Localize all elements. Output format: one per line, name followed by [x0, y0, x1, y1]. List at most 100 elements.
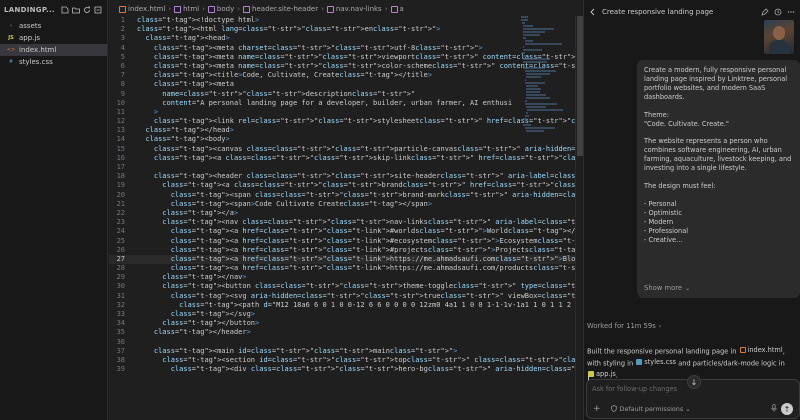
line-number: 9	[120, 89, 125, 98]
code-text: class="t-tag"></nav>	[162, 273, 247, 282]
file-chip-index-html[interactable]: index.html	[739, 345, 783, 356]
code-line[interactable]: 32 class="t-tag"><path d="M12 18a6 6 0 1…	[109, 301, 583, 310]
history-icon[interactable]	[773, 7, 783, 17]
minimap-line	[524, 40, 533, 42]
minimap-line	[524, 43, 562, 45]
code-line[interactable]: 17	[109, 163, 583, 172]
code-line[interactable]: 14 class="t-tag"><body>	[109, 135, 583, 144]
minimap-line	[525, 73, 550, 75]
code-line[interactable]: 9 name=class="t-str">"class="t-str">desc…	[109, 90, 583, 99]
code-line[interactable]: 26 class="t-tag"><a href=class="t-str">"…	[109, 246, 583, 255]
breadcrumb-item[interactable]: header.site-header	[243, 5, 318, 13]
code-area[interactable]: 1 class="t-tag"><!doctype html> 2 class="t-…	[109, 16, 583, 420]
breadcrumb-item[interactable]: body	[207, 5, 234, 13]
permissions-dropdown[interactable]: Default permissions ⌄	[610, 404, 691, 414]
code-line[interactable]: 12 class="t-tag"><link rel=class="t-str"…	[109, 117, 583, 126]
refresh-icon[interactable]	[82, 5, 92, 15]
code-line[interactable]: 15 class="t-tag"><canvas class=class="t-…	[109, 145, 583, 154]
code-line[interactable]: 28 class="t-tag"><a href=class="t-str">"…	[109, 264, 583, 273]
code-line[interactable]: 22 class="t-tag"></a>	[109, 209, 583, 218]
code-line[interactable]: 24 class="t-tag"><a href=class="t-str">"…	[109, 227, 583, 236]
code-line[interactable]: 21 class="t-tag"><span>Code Cultivate Cr…	[109, 200, 583, 209]
code-line[interactable]: 11 >	[109, 108, 583, 117]
line-number: 23	[116, 218, 125, 227]
minimap-line	[521, 19, 529, 21]
explorer-title: LANDINGP...	[4, 6, 55, 14]
scroll-down-button[interactable]: ↓	[687, 375, 701, 389]
user-avatar	[764, 20, 794, 54]
breadcrumb-item[interactable]: nav.nav-links	[326, 5, 382, 13]
back-arrow-icon[interactable]	[588, 7, 598, 17]
file-chip-app-js[interactable]: app.js	[587, 369, 616, 380]
code-line[interactable]: 35 class="t-tag"></header>	[109, 328, 583, 337]
code-line[interactable]: 6 class="t-tag"><meta name=class="t-str"…	[109, 62, 583, 71]
code-line[interactable]: 29 class="t-tag"></nav>	[109, 273, 583, 282]
code-line[interactable]: 23 class="t-tag"><nav class=class="t-str…	[109, 218, 583, 227]
tree-item[interactable]: # styles.css	[0, 56, 107, 68]
code-line[interactable]: 27 class="t-tag"><a href=class="t-str">"…	[109, 254, 583, 265]
minimap-line	[523, 25, 534, 27]
code-line[interactable]: 5 class="t-tag"><meta name=class="t-str"…	[109, 53, 583, 62]
code-line[interactable]: 36	[109, 338, 583, 347]
code-line[interactable]: 31 class="t-tag"><svg aria-hidden=class=…	[109, 292, 583, 301]
code-line[interactable]: 2 class="t-tag"><html lang=class="t-str">…	[109, 25, 583, 34]
permissions-label: Default permissions	[619, 405, 684, 413]
more-options-icon[interactable]	[786, 7, 796, 17]
code-line[interactable]: 30 class="t-tag"><button class=class="t-…	[109, 282, 583, 291]
line-number: 10	[116, 98, 125, 107]
tree-item[interactable]: › assets	[0, 20, 107, 32]
tree-item[interactable]: JS app.js	[0, 32, 107, 44]
chevron-right-icon: ›	[237, 5, 241, 13]
code-line[interactable]: 1 class="t-tag"><!doctype html>	[109, 16, 583, 25]
worked-for-toggle[interactable]: Worked for 11m 59s ›	[587, 322, 661, 330]
code-editor[interactable]: index.html › html › body › header.site-header ›…	[109, 0, 583, 420]
file-chip-label: index.html	[747, 346, 783, 354]
code-line[interactable]: 20 class="t-tag"><span class=class="t-st…	[109, 191, 583, 200]
breadcrumb-item[interactable]: index.html	[119, 5, 165, 13]
element-icon	[243, 5, 251, 13]
user-message-paragraph: - Optimistic	[644, 208, 683, 217]
code-text: class="t-tag"><button class=class="t-str…	[162, 282, 583, 291]
breadcrumb-item[interactable]: html	[174, 5, 199, 13]
code-line[interactable]: 7 class="t-tag"><title>Code, Cultivate, …	[109, 71, 583, 80]
code-line[interactable]: 34 class="t-tag"></button>	[109, 319, 583, 328]
line-number: 7	[120, 71, 125, 80]
edit-icon[interactable]	[760, 7, 770, 17]
code-line[interactable]: 18 class="t-tag"><header class=class="t-…	[109, 172, 583, 181]
new-file-icon[interactable]	[60, 5, 70, 15]
line-number: 3	[120, 34, 125, 43]
code-line[interactable]: 37 class="t-tag"><main id=class="t-str">…	[109, 347, 583, 356]
breadcrumb-item[interactable]: a	[390, 5, 404, 13]
code-line[interactable]: 16 class="t-tag"><a class=class="t-str">…	[109, 154, 583, 163]
code-line[interactable]: 25 class="t-tag"><a href=class="t-str">"…	[109, 237, 583, 246]
file-chip-styles-css[interactable]: styles.css	[635, 357, 676, 368]
new-folder-icon[interactable]	[71, 5, 81, 15]
code-line[interactable]: 4 class="t-tag"><meta charset=class="t-s…	[109, 44, 583, 53]
chevron-right-icon: ›	[658, 322, 662, 330]
user-message-paragraph: - Personal	[644, 199, 677, 208]
line-number: 6	[120, 61, 125, 70]
editor-scrollbar[interactable]	[575, 16, 583, 420]
collapse-all-icon[interactable]	[93, 5, 103, 15]
user-message-paragraph: Create a modern, fully responsive person…	[644, 66, 788, 101]
element-icon	[326, 5, 334, 13]
code-line[interactable]: 33 class="t-tag"></svg>	[109, 310, 583, 319]
code-line[interactable]: 38 class="t-tag"><section id=class="t-st…	[109, 356, 583, 365]
code-line[interactable]: 10 content="A personal landing page for …	[109, 99, 583, 108]
code-line[interactable]: 8 class="t-tag"><meta	[109, 80, 583, 89]
code-line[interactable]: 39 class="t-tag"><div class=class="t-str…	[109, 365, 583, 374]
minimap-line	[523, 28, 554, 30]
show-more-button[interactable]: Show more ⌄	[644, 284, 690, 292]
minimap[interactable]	[521, 16, 571, 156]
code-line[interactable]: 13 class="t-tag"></head>	[109, 126, 583, 135]
send-arrow-icon[interactable]: ↑	[781, 403, 793, 415]
code-line[interactable]: 3 class="t-tag"><head>	[109, 34, 583, 43]
code-text: class="t-tag"><title>Code, Cultivate, Cr…	[153, 71, 433, 80]
minimap-line	[523, 37, 526, 39]
code-text: class="t-tag"><a class=class="t-str">"cl…	[153, 153, 583, 162]
add-attachment-icon[interactable]: +	[593, 404, 601, 414]
microphone-icon[interactable]	[771, 404, 777, 414]
code-line[interactable]: 19 class="t-tag"><a class=class="t-str">…	[109, 181, 583, 190]
tree-item[interactable]: <> index.html	[0, 44, 107, 56]
